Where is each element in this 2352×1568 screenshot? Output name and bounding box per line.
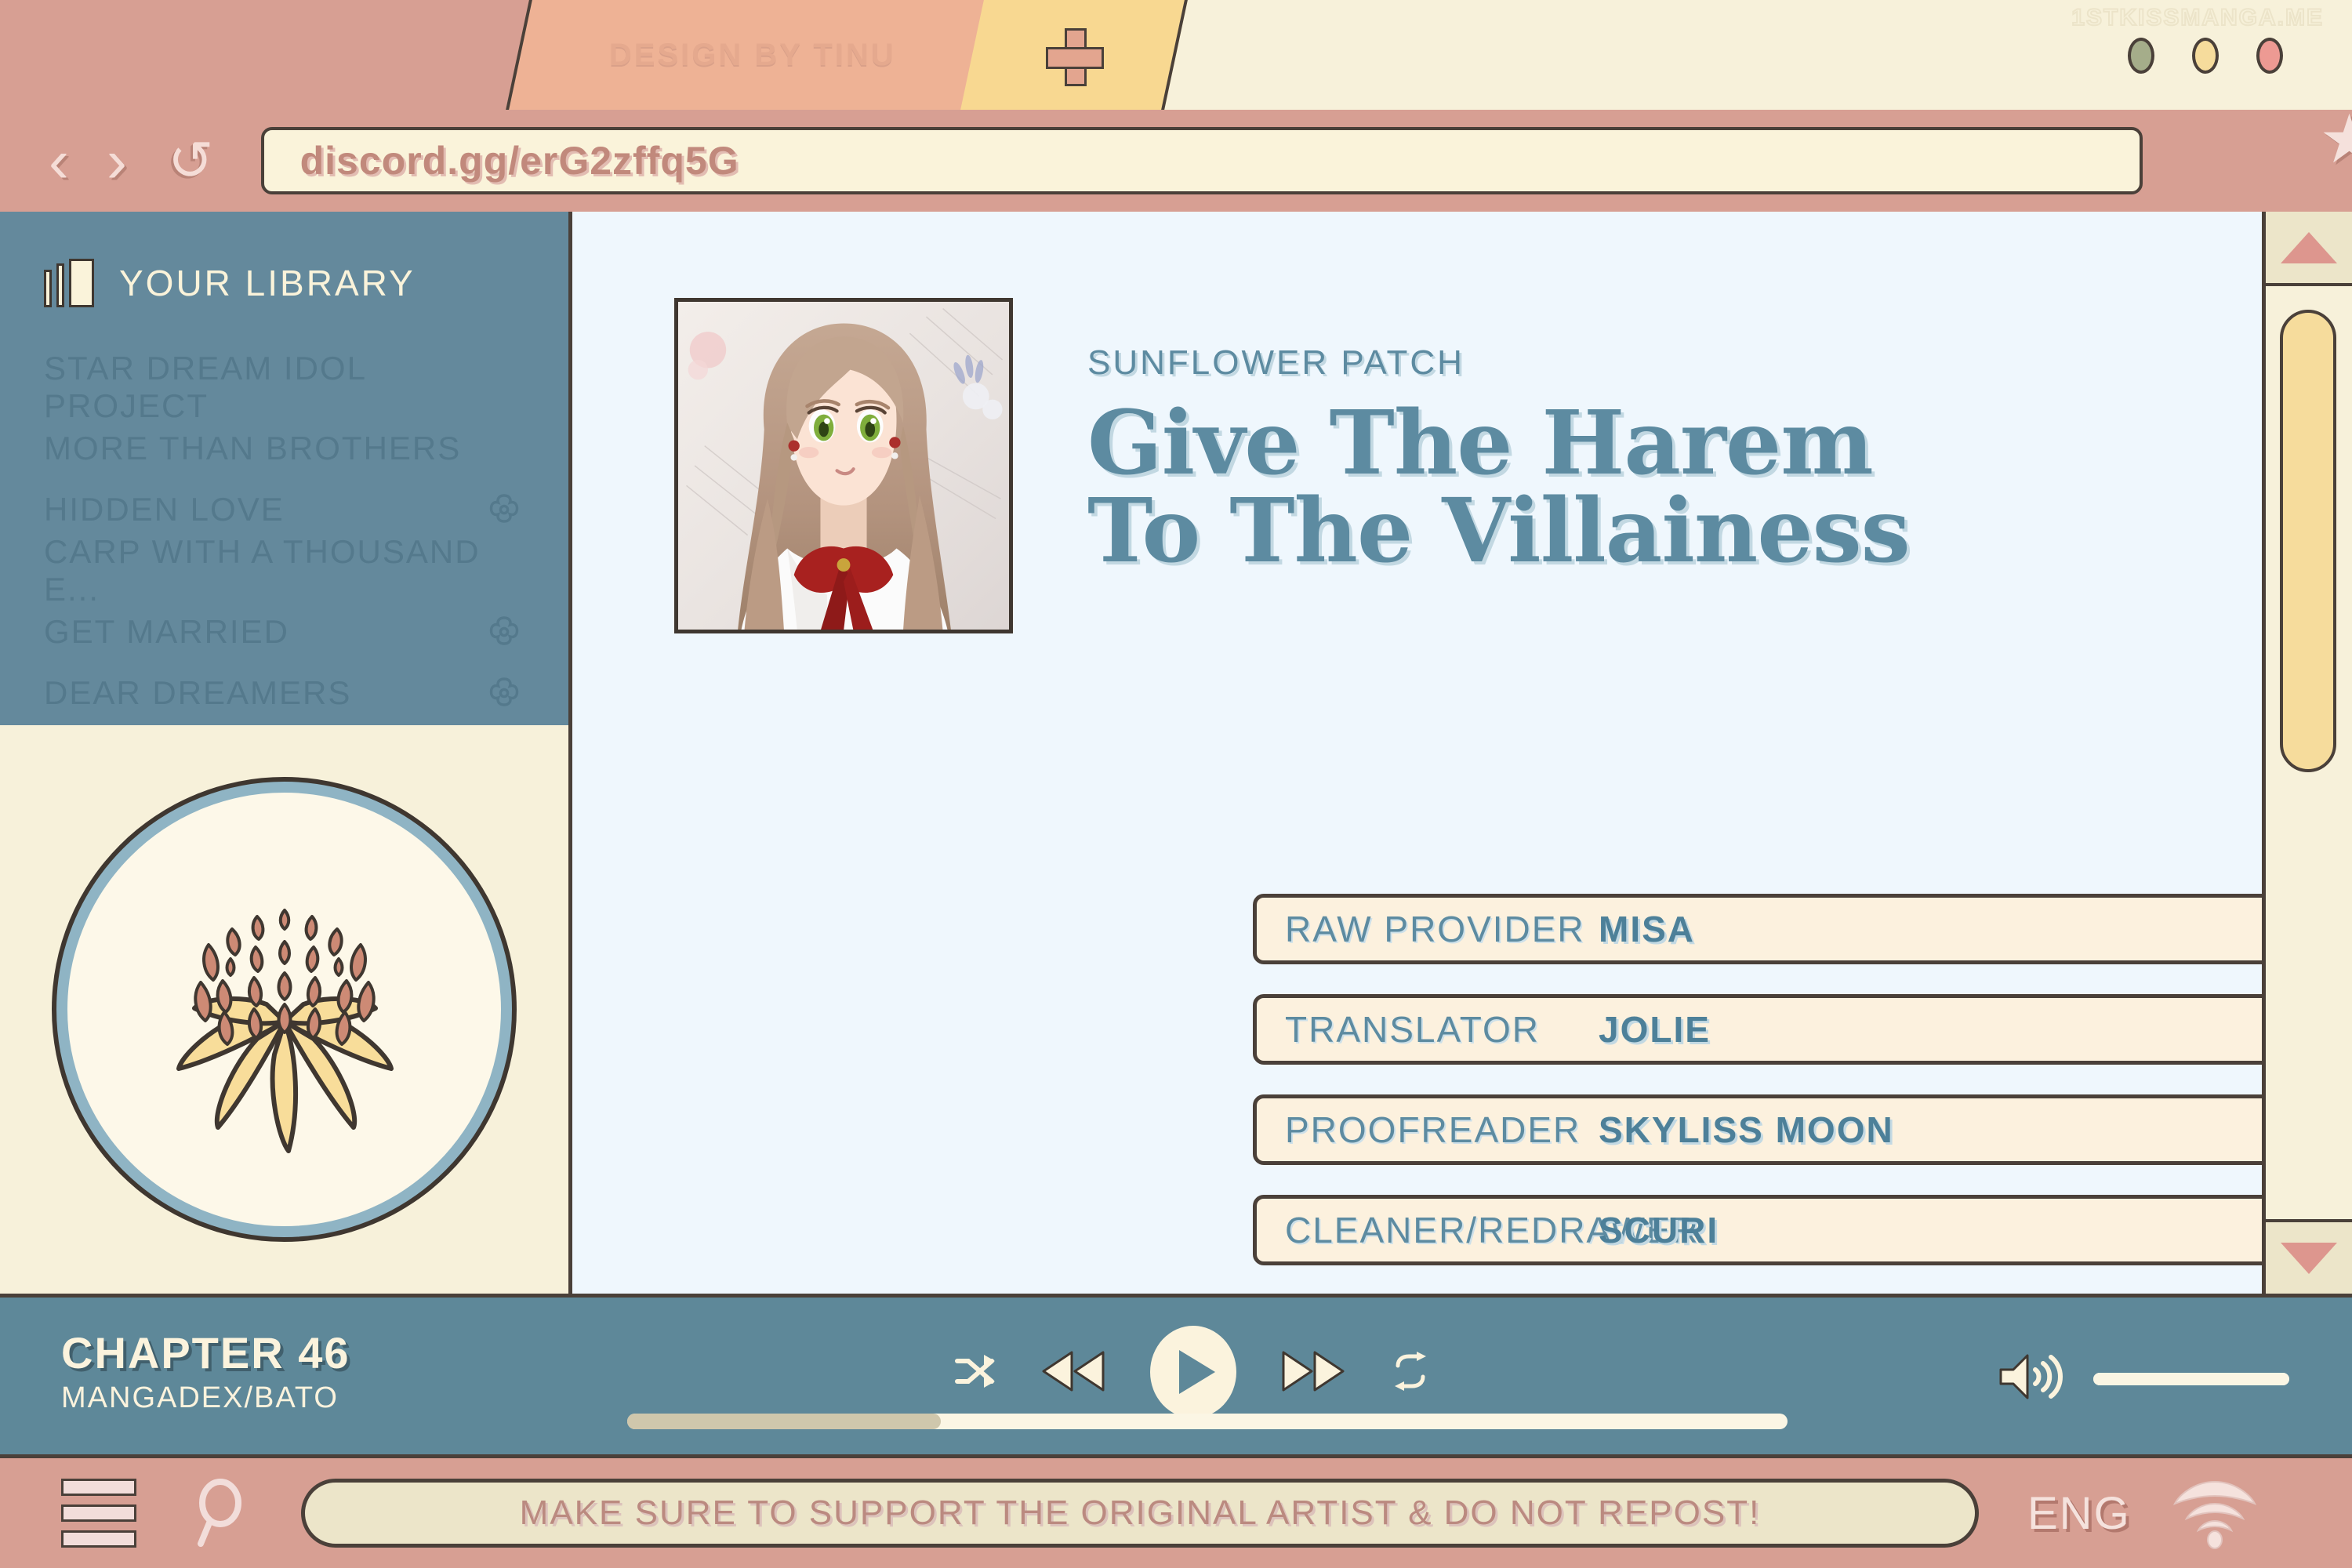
scrollbar-track[interactable] — [2266, 286, 2352, 1219]
credit-row: TRANSLATOR JOLIE — [1253, 994, 2352, 1065]
credit-role: PROOFREADER — [1285, 1109, 1581, 1150]
logo-panel — [0, 725, 568, 1294]
flower-icon — [486, 675, 522, 711]
sidebar-item-carp-with-a-thousand-e[interactable]: CARP WITH A THOUSAND E... — [44, 533, 530, 608]
transport-controls — [953, 1326, 1431, 1418]
sidebar: YOUR LIBRARY STAR DREAM IDOL PROJECT MOR… — [0, 212, 572, 1294]
page-title: Give The Harem To The Villainess — [1087, 392, 1911, 583]
back-icon[interactable]: ‹ — [49, 130, 69, 191]
fast-forward-icon — [1277, 1348, 1349, 1397]
vertical-scrollbar[interactable] — [2262, 212, 2352, 1294]
shuffle-icon — [953, 1353, 996, 1392]
credit-role: RAW PROVIDER — [1285, 909, 1585, 949]
credit-row: CLEANER/REDRAWER SCURI — [1253, 1195, 2352, 1265]
site-watermark: 1STKISSMANGA.ME — [2071, 4, 2324, 31]
reload-icon[interactable]: ↻ — [168, 130, 214, 191]
language-indicator[interactable]: ENG — [2027, 1487, 2131, 1540]
previous-button[interactable] — [1037, 1348, 1109, 1397]
library-panel: YOUR LIBRARY STAR DREAM IDOL PROJECT MOR… — [0, 212, 568, 725]
sidebar-item-more-than-brothers[interactable]: MORE THAN BROTHERS — [44, 418, 530, 479]
close-button[interactable] — [2256, 38, 2283, 74]
sidebar-item-dear-dreamers[interactable]: DEAR DREAMERS — [44, 662, 530, 724]
list-item-label: STAR DREAM IDOL PROJECT — [44, 350, 366, 424]
maximize-button[interactable] — [2192, 38, 2219, 74]
title-line-1: Give The Harem — [1087, 392, 1874, 495]
scanlation-group-name: SUNFLOWER PATCH — [1087, 343, 1465, 382]
credit-name: JOLIE — [1599, 1009, 1711, 1050]
main-content: SUNFLOWER PATCH Give The Harem To The Vi… — [572, 212, 2352, 1472]
status-message: MAKE SURE TO SUPPORT THE ORIGINAL ARTIST… — [519, 1494, 1761, 1532]
search-icon[interactable] — [193, 1478, 248, 1548]
library-books-icon — [44, 259, 94, 307]
status-bar: MAKE SURE TO SUPPORT THE ORIGINAL ARTIST… — [0, 1458, 2352, 1568]
forward-icon[interactable]: › — [107, 130, 127, 191]
credit-name: MISA — [1599, 909, 1695, 949]
url-input[interactable]: discord.gg/erG2zffq5G — [260, 127, 2143, 194]
play-button[interactable] — [1150, 1326, 1236, 1418]
flower-icon — [486, 492, 522, 528]
status-message-bar: MAKE SURE TO SUPPORT THE ORIGINAL ARTIST… — [301, 1479, 1979, 1548]
scroll-up-button[interactable] — [2266, 212, 2352, 286]
play-icon — [1150, 1326, 1236, 1418]
volume-fill — [2093, 1372, 2289, 1385]
address-bar-row: ‹ › ↻ discord.gg/erG2zffq5G ★ — [0, 106, 2352, 212]
sidebar-item-get-married[interactable]: GET MARRIED — [44, 601, 530, 662]
credit-row: PROOFREADER SKYLISS MOON — [1253, 1094, 2352, 1165]
credit-name: SKYLISS MOON — [1599, 1109, 1894, 1150]
url-text: discord.gg/erG2zffq5G — [299, 139, 739, 183]
flower-icon — [486, 614, 522, 650]
minimize-button[interactable] — [2128, 38, 2154, 74]
playback-progress-bar[interactable] — [627, 1414, 1788, 1429]
tab-strip: DESIGN BY TINU 1STKISSMANGA.ME — [0, 0, 2352, 110]
sidebar-item-hidden-love[interactable]: HIDDEN LOVE — [44, 479, 530, 540]
chevron-down-icon — [2281, 1242, 2337, 1274]
list-item-label: GET MARRIED — [44, 613, 289, 650]
browser-tab-active[interactable]: DESIGN BY TINU — [506, 0, 1000, 110]
library-header: YOUR LIBRARY — [44, 259, 416, 307]
wifi-icon[interactable] — [2172, 1477, 2258, 1549]
progress-fill — [627, 1414, 941, 1429]
scroll-down-button[interactable] — [2266, 1219, 2352, 1294]
list-item-label: HIDDEN LOVE — [44, 491, 285, 528]
credit-name: SCURI — [1599, 1210, 1719, 1250]
plus-icon — [1049, 31, 1096, 78]
browser-window: DESIGN BY TINU 1STKISSMANGA.ME ‹ › ↻ dis… — [0, 0, 2352, 1568]
credit-role: CLEANER/REDRAWER — [1285, 1210, 1700, 1250]
hamburger-icon[interactable] — [61, 1479, 136, 1548]
sunflower-logo — [53, 779, 515, 1240]
next-button[interactable] — [1277, 1348, 1349, 1397]
repeat-button[interactable] — [1390, 1351, 1431, 1393]
credit-row: RAW PROVIDER MISA — [1253, 894, 2352, 964]
shuffle-button[interactable] — [953, 1353, 996, 1392]
chapter-label: CHAPTER 46 — [61, 1328, 350, 1377]
rewind-icon — [1037, 1348, 1109, 1397]
title-block: SUNFLOWER PATCH Give The Harem To The Vi… — [1087, 298, 1911, 583]
volume-control — [1996, 1349, 2289, 1408]
title-line-2: To The Villainess — [1087, 480, 1911, 583]
window-controls — [2128, 38, 2283, 74]
credit-role: TRANSLATOR — [1285, 1009, 1541, 1050]
volume-icon[interactable] — [1996, 1349, 2065, 1408]
library-list: STAR DREAM IDOL PROJECT MORE THAN BROTHE… — [44, 350, 530, 724]
page-body: YOUR LIBRARY STAR DREAM IDOL PROJECT MOR… — [0, 212, 2352, 1472]
series-header: SUNFLOWER PATCH Give The Harem To The Vi… — [674, 298, 1911, 633]
repeat-icon — [1390, 1351, 1431, 1393]
sidebar-item-star-dream-idol-project[interactable]: STAR DREAM IDOL PROJECT — [44, 350, 530, 424]
browser-tab-label: DESIGN BY TINU — [609, 37, 896, 72]
new-tab-button[interactable] — [960, 0, 1188, 110]
chevron-up-icon — [2281, 231, 2337, 263]
player-bar: CHAPTER 46 MANGADEX/BATO — [0, 1294, 2352, 1458]
library-title: YOUR LIBRARY — [119, 263, 416, 303]
list-item-label: CARP WITH A THOUSAND E... — [44, 533, 481, 608]
volume-slider[interactable] — [2093, 1372, 2289, 1385]
list-item-label: MORE THAN BROTHERS — [44, 430, 462, 466]
cover-thumbnail[interactable] — [674, 298, 1013, 633]
list-item-label: DEAR DREAMERS — [44, 674, 352, 711]
chapter-source: MANGADEX/BATO — [61, 1381, 339, 1414]
now-playing-info: CHAPTER 46 MANGADEX/BATO — [61, 1327, 350, 1415]
scrollbar-thumb[interactable] — [2280, 310, 2336, 772]
